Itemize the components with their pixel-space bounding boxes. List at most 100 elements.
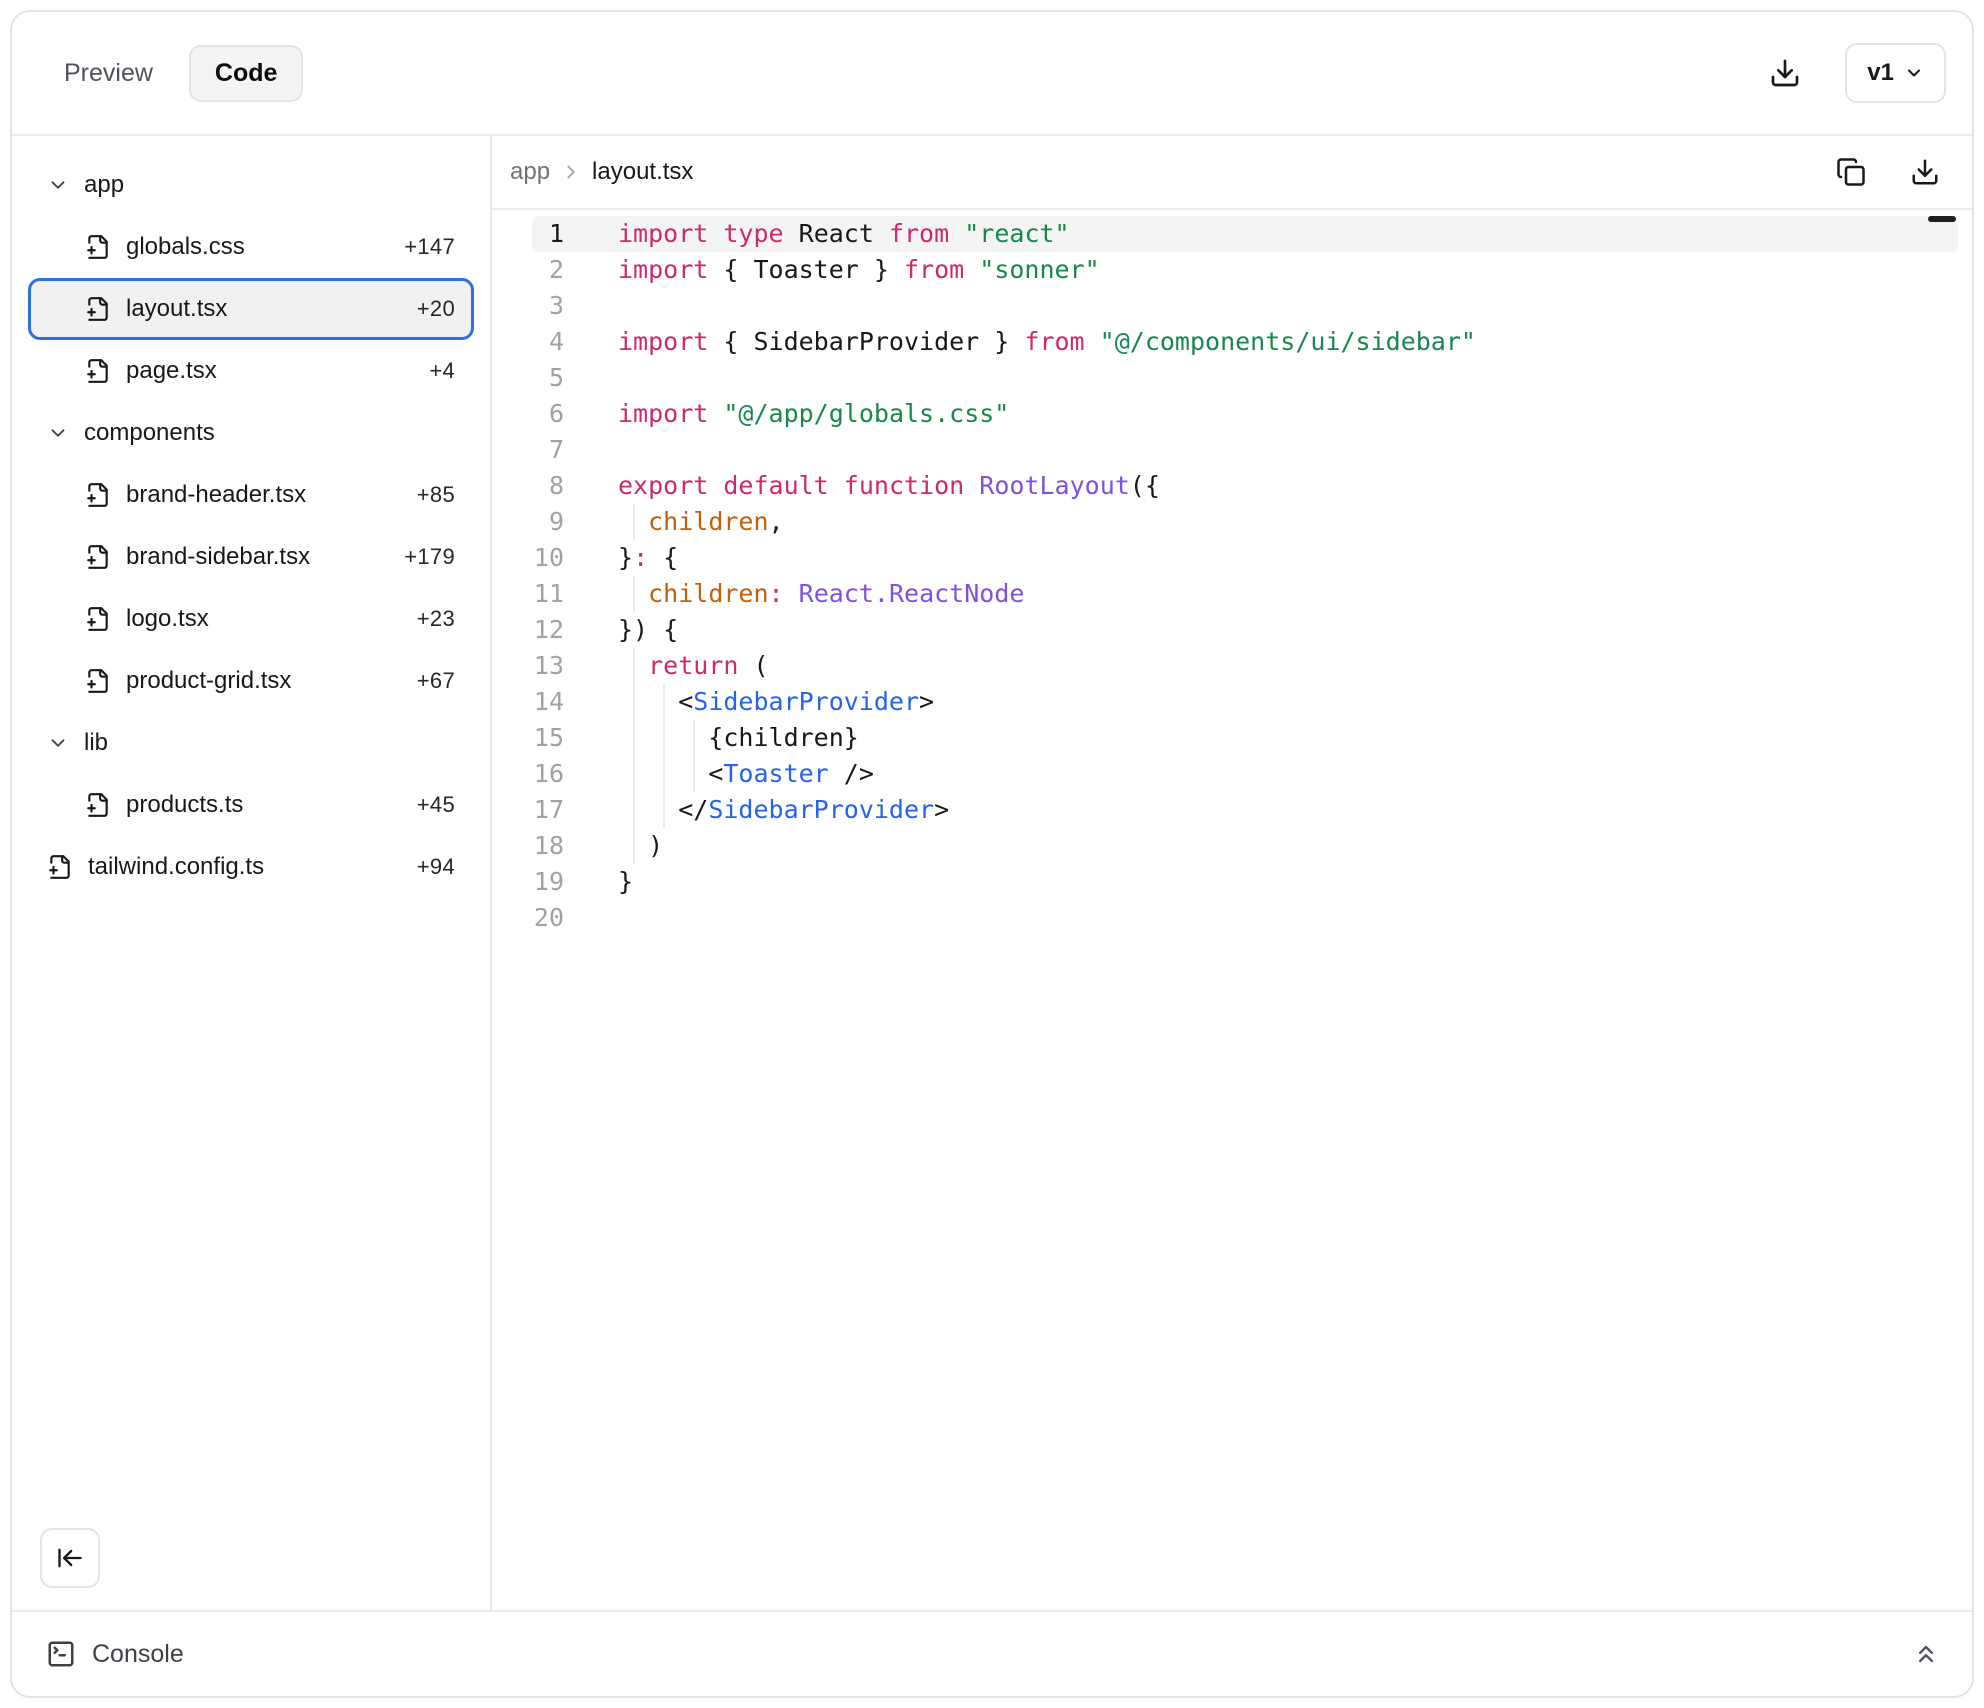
download-icon (1910, 157, 1940, 187)
chevron-right-icon (560, 161, 582, 183)
line-content: ) (564, 828, 1958, 864)
file-tree-item[interactable]: layout.tsx +20 (28, 278, 474, 340)
console-toggle[interactable]: Console (40, 1638, 190, 1670)
line-number: 12 (532, 612, 564, 648)
chevron-down-icon (47, 422, 69, 444)
file-plus-icon (85, 358, 111, 384)
file-tree-item[interactable]: products.ts +45 (28, 774, 474, 836)
file-tree-item[interactable]: brand-sidebar.tsx +179 (28, 526, 474, 588)
line-number: 17 (532, 792, 564, 828)
breadcrumb-folder[interactable]: app (510, 158, 550, 186)
line-content (564, 900, 1958, 936)
diff-count-badge: +147 (404, 234, 455, 260)
file-plus-icon (85, 544, 111, 570)
file-name: product-grid.tsx (126, 667, 291, 695)
file-explorer: app globals.css +147 layout.tsx +20 page… (12, 136, 492, 1610)
line-content: import { Toaster } from "sonner" (564, 252, 1958, 288)
file-name: brand-header.tsx (126, 481, 306, 509)
file-tree-folder[interactable]: app (28, 154, 474, 216)
line-content: export default function RootLayout({ (564, 468, 1958, 504)
file-plus-icon (85, 482, 111, 508)
tab-preview[interactable]: Preview (38, 45, 179, 102)
diff-count-badge: +67 (417, 668, 455, 694)
line-content: import type React from "react" (564, 216, 1958, 252)
file-tree-folder[interactable]: components (28, 402, 474, 464)
line-number: 15 (532, 720, 564, 756)
line-number: 16 (532, 756, 564, 792)
line-number: 13 (532, 648, 564, 684)
file-tree: app globals.css +147 layout.tsx +20 page… (12, 154, 490, 898)
breadcrumb-file: layout.tsx (592, 158, 693, 186)
expand-console-button[interactable] (1908, 1636, 1944, 1672)
breadcrumb-bar: app layout.tsx (492, 136, 1972, 210)
file-plus-icon (47, 854, 73, 880)
file-name: layout.tsx (126, 295, 227, 323)
arrow-left-to-line-icon (56, 1544, 84, 1572)
code-editor[interactable]: 1 import type React from "react" 2 impor… (492, 210, 1972, 1610)
line-number: 6 (532, 396, 564, 432)
scrollbar-thumb[interactable] (1928, 216, 1956, 222)
file-plus-icon (85, 668, 111, 694)
chevron-down-icon (1904, 63, 1924, 83)
download-file-button[interactable] (1906, 153, 1944, 191)
code-line: 4 import { SidebarProvider } from "@/com… (532, 324, 1958, 360)
file-name: tailwind.config.ts (88, 853, 264, 881)
code-line: 7 (532, 432, 1958, 468)
copy-code-button[interactable] (1832, 153, 1870, 191)
toolbar: Preview Code v1 (12, 12, 1972, 136)
chevron-down-icon (47, 732, 69, 754)
line-content: <SidebarProvider> (564, 684, 1958, 720)
code-line: 3 (532, 288, 1958, 324)
file-tree-item[interactable]: logo.tsx +23 (28, 588, 474, 650)
line-content (564, 432, 1958, 468)
line-number: 8 (532, 468, 564, 504)
file-tree-item[interactable]: page.tsx +4 (28, 340, 474, 402)
download-icon (1769, 57, 1801, 89)
line-content: import "@/app/globals.css" (564, 396, 1958, 432)
diff-count-badge: +4 (429, 358, 455, 384)
file-tree-folder[interactable]: lib (28, 712, 474, 774)
file-actions (1832, 153, 1944, 191)
line-number: 5 (532, 360, 564, 396)
code-line: 12 }) { (532, 612, 1958, 648)
code-line: 15 {children} (532, 720, 1958, 756)
chevron-down-icon (47, 174, 69, 196)
line-content: children: React.ReactNode (564, 576, 1958, 612)
line-number: 2 (532, 252, 564, 288)
line-content (564, 360, 1958, 396)
line-content: children, (564, 504, 1958, 540)
download-project-button[interactable] (1765, 53, 1805, 93)
content-area: app globals.css +147 layout.tsx +20 page… (12, 136, 1972, 1610)
toolbar-actions: v1 (1765, 43, 1946, 103)
file-name: products.ts (126, 791, 243, 819)
console-label: Console (92, 1640, 184, 1669)
file-plus-icon (85, 296, 111, 322)
line-number: 9 (532, 504, 564, 540)
line-content: }: { (564, 540, 1958, 576)
version-label: v1 (1867, 59, 1894, 87)
tab-code[interactable]: Code (189, 45, 304, 102)
line-content: } (564, 864, 1958, 900)
code-line: 13 return ( (532, 648, 1958, 684)
file-tree-item[interactable]: product-grid.tsx +67 (28, 650, 474, 712)
version-dropdown[interactable]: v1 (1845, 43, 1946, 103)
line-content: return ( (564, 648, 1958, 684)
code-line: 11 children: React.ReactNode (532, 576, 1958, 612)
line-number: 3 (532, 288, 564, 324)
diff-count-badge: +85 (417, 482, 455, 508)
file-tree-item[interactable]: brand-header.tsx +85 (28, 464, 474, 526)
diff-count-badge: +45 (417, 792, 455, 818)
line-number: 14 (532, 684, 564, 720)
code-line: 9 children, (532, 504, 1958, 540)
code-line: 10 }: { (532, 540, 1958, 576)
file-tree-item[interactable]: tailwind.config.ts +94 (28, 836, 474, 898)
editor-pane: app layout.tsx (492, 136, 1972, 1610)
app-window: Preview Code v1 app (10, 10, 1974, 1698)
code-line: 17 </SidebarProvider> (532, 792, 1958, 828)
file-plus-icon (85, 234, 111, 260)
collapse-sidebar-button[interactable] (40, 1528, 100, 1588)
file-tree-item[interactable]: globals.css +147 (28, 216, 474, 278)
breadcrumb: app layout.tsx (510, 158, 693, 186)
code-line: 18 ) (532, 828, 1958, 864)
code-line: 2 import { Toaster } from "sonner" (532, 252, 1958, 288)
